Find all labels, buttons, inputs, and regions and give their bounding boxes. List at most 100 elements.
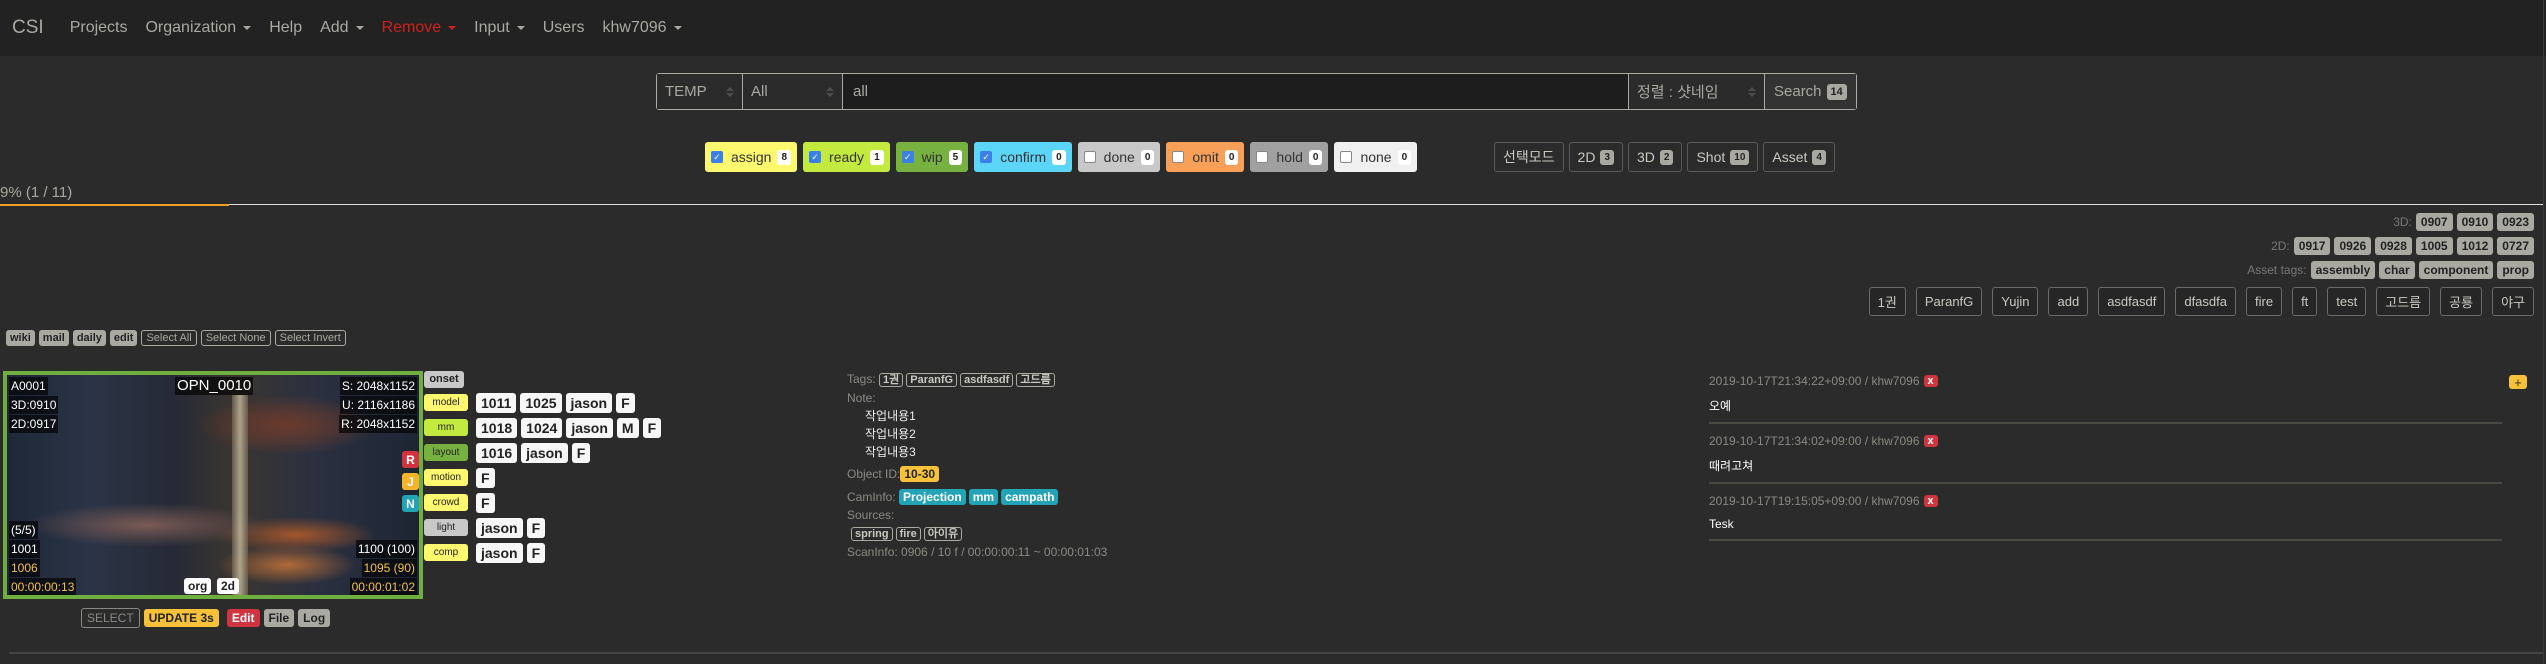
search-button[interactable]: Search 14 xyxy=(1765,74,1856,109)
task-value[interactable]: jason xyxy=(476,517,523,538)
tag-chip[interactable]: assembly xyxy=(2310,261,2376,279)
tag-chip[interactable]: 0910 xyxy=(2456,213,2494,231)
checkbox-icon[interactable]: ✓ xyxy=(711,151,723,163)
select-none-button[interactable]: Select None xyxy=(200,330,271,346)
brand-logo[interactable]: CSI xyxy=(12,17,44,39)
tag-filter-button[interactable]: 고드름 xyxy=(2376,287,2431,316)
source-tag[interactable]: 아이유 xyxy=(923,527,963,541)
task-label-mm[interactable]: mm xyxy=(424,419,468,436)
task-value[interactable]: F xyxy=(476,467,495,488)
log-button[interactable]: Log xyxy=(298,609,331,627)
task-label-motion[interactable]: motion xyxy=(424,469,468,486)
update-button[interactable]: UPDATE 3s xyxy=(143,609,219,627)
task-value[interactable]: F xyxy=(526,542,546,563)
checkbox-icon[interactable]: ✓ xyxy=(901,151,914,163)
task-value[interactable]: jason xyxy=(566,417,613,438)
util-link-wiki[interactable]: wiki xyxy=(6,330,35,346)
task-value[interactable]: 1011 xyxy=(476,392,517,413)
task-label-model[interactable]: model xyxy=(424,394,468,411)
nav-remove[interactable]: Remove xyxy=(382,19,457,37)
source-tag[interactable]: spring xyxy=(851,527,893,541)
status-filter-wip[interactable]: ✓ wip 5 xyxy=(895,142,969,172)
shot-tag[interactable]: 1권 xyxy=(879,373,904,387)
task-value[interactable]: jason xyxy=(521,442,568,463)
tag-filter-button[interactable]: fire xyxy=(2246,287,2283,316)
search-input[interactable] xyxy=(843,74,1629,109)
task-value[interactable]: F xyxy=(616,392,635,413)
checkbox-icon[interactable]: ✓ xyxy=(809,151,822,163)
util-link-daily[interactable]: daily xyxy=(72,330,106,346)
tag-chip[interactable]: prop xyxy=(2497,261,2534,279)
nav-add[interactable]: Add xyxy=(320,19,364,37)
delete-comment-button[interactable]: x xyxy=(1923,435,1938,447)
task-value[interactable]: jason xyxy=(476,542,523,563)
tag-chip[interactable]: 1005 xyxy=(2415,237,2453,255)
sort-select[interactable]: 정렬 : 샷네임 xyxy=(1629,74,1765,109)
task-value[interactable]: 1018 xyxy=(476,417,518,438)
shot-thumbnail[interactable]: A0001 3D:0910 2D:0917 OPN_0010 S: 2048x1… xyxy=(3,371,423,599)
project-select[interactable]: TEMP xyxy=(657,74,743,109)
status-filter-confirm[interactable]: ✓ confirm 0 xyxy=(974,142,1072,172)
checkbox-icon[interactable] xyxy=(1172,151,1185,163)
tag-chip[interactable]: 0928 xyxy=(2375,237,2412,255)
shot-tag[interactable]: 고드름 xyxy=(1016,373,1055,387)
tag-chip[interactable]: 0907 xyxy=(2415,213,2453,231)
tag-chip[interactable]: 1012 xyxy=(2456,237,2494,255)
nav-organization[interactable]: Organization xyxy=(145,19,252,37)
nav-khw7096[interactable]: khw7096 xyxy=(603,19,682,37)
status-filter-hold[interactable]: hold 0 xyxy=(1250,142,1329,172)
tag-chip[interactable]: component xyxy=(2418,261,2494,279)
task-value[interactable]: 1016 xyxy=(476,442,518,463)
nav-help[interactable]: Help xyxy=(269,19,302,37)
select-button[interactable]: SELECT xyxy=(81,608,140,628)
mode-button-3[interactable]: Shot 10 xyxy=(1687,142,1759,172)
task-value[interactable]: F xyxy=(476,492,495,513)
thumb-tag-org[interactable]: org xyxy=(184,578,212,594)
task-label-light[interactable]: light xyxy=(424,519,468,536)
delete-comment-button[interactable]: x xyxy=(1923,375,1938,387)
status-filter-done[interactable]: done 0 xyxy=(1077,142,1161,172)
nav-input[interactable]: Input xyxy=(474,19,525,37)
status-filter-omit[interactable]: omit 0 xyxy=(1166,142,1245,172)
tag-filter-button[interactable]: ParanfG xyxy=(1915,287,1983,316)
mode-button-4[interactable]: Asset 4 xyxy=(1763,142,1835,172)
edit-button[interactable]: Edit xyxy=(226,609,260,627)
tag-filter-button[interactable]: ft xyxy=(2292,287,2318,316)
nav-users[interactable]: Users xyxy=(543,19,585,37)
thumb-tag-2d[interactable]: 2d xyxy=(217,578,240,594)
tag-filter-button[interactable]: 1권 xyxy=(1868,287,1906,316)
tag-chip[interactable]: 0917 xyxy=(2293,237,2331,255)
task-value[interactable]: jason xyxy=(565,392,613,413)
task-value[interactable]: 1024 xyxy=(521,417,563,438)
tag-filter-button[interactable]: 야구 xyxy=(2492,287,2534,316)
status-filter-none[interactable]: none 0 xyxy=(1334,142,1418,172)
tag-filter-button[interactable]: 공룡 xyxy=(2440,287,2483,316)
mode-button-0[interactable]: 선택모드 xyxy=(1494,142,1564,172)
nav-projects[interactable]: Projects xyxy=(70,19,128,37)
onset-label[interactable]: onset xyxy=(424,370,464,388)
file-button[interactable]: File xyxy=(263,609,295,627)
tag-chip[interactable]: 0923 xyxy=(2497,213,2534,231)
util-link-mail[interactable]: mail xyxy=(38,330,69,346)
task-label-layout[interactable]: layout xyxy=(424,444,468,461)
mode-button-2[interactable]: 3D 2 xyxy=(1628,142,1683,172)
delete-comment-button[interactable]: x xyxy=(1923,495,1938,507)
tag-filter-button[interactable]: test xyxy=(2327,287,2367,316)
tag-filter-button[interactable]: asdfasdf xyxy=(2098,287,2166,316)
status-filter-ready[interactable]: ✓ ready 1 xyxy=(803,142,890,172)
add-comment-button[interactable]: + xyxy=(2509,375,2527,390)
select-invert-button[interactable]: Select Invert xyxy=(274,330,346,346)
util-link-edit[interactable]: edit xyxy=(109,330,138,346)
checkbox-icon[interactable] xyxy=(1256,151,1269,163)
tag-filter-button[interactable]: add xyxy=(2048,287,2089,316)
task-value[interactable]: F xyxy=(571,442,591,463)
select-all-button[interactable]: Select All xyxy=(141,330,197,346)
shot-tag[interactable]: asdfasdf xyxy=(960,373,1014,387)
task-label-crowd[interactable]: crowd xyxy=(424,494,468,511)
task-value[interactable]: F xyxy=(526,517,546,538)
checkbox-icon[interactable]: ✓ xyxy=(980,151,993,163)
task-value[interactable]: F xyxy=(642,417,662,438)
mode-button-1[interactable]: 2D 3 xyxy=(1568,142,1623,172)
scope-select[interactable]: All xyxy=(743,74,843,109)
checkbox-icon[interactable] xyxy=(1340,151,1353,163)
